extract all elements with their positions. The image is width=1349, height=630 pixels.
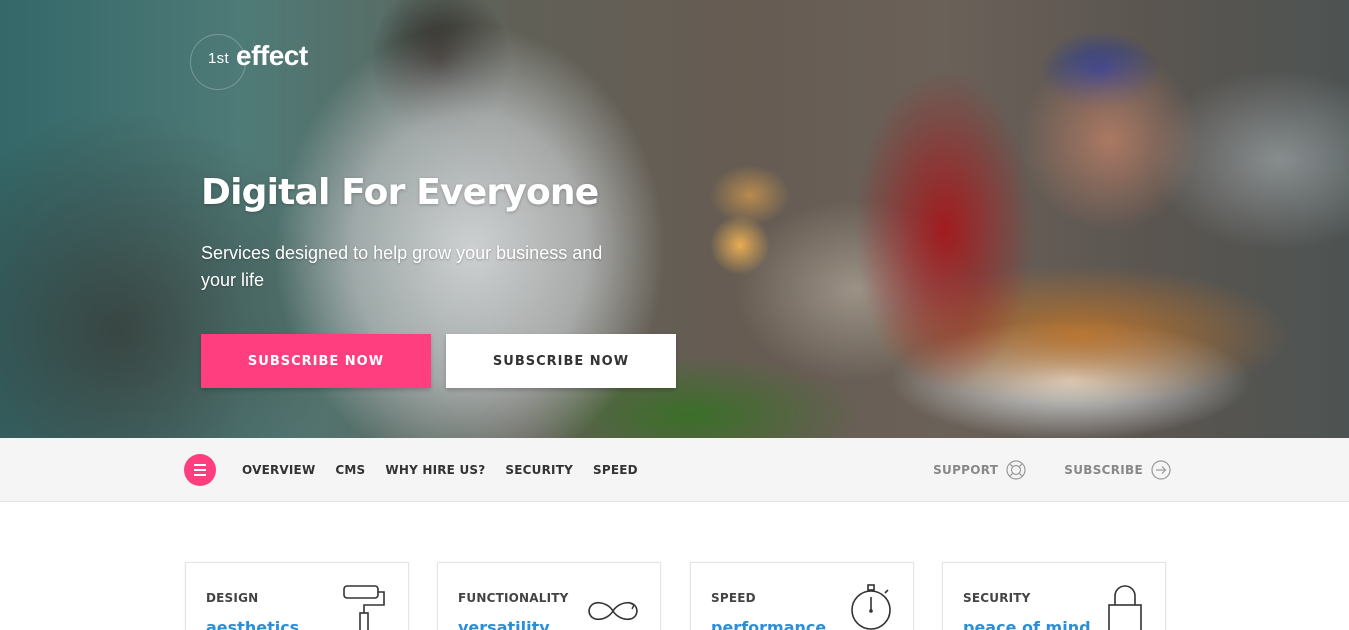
nav-link-security[interactable]: SECURITY xyxy=(505,463,573,477)
subscribe-label: SUBSCRIBE xyxy=(1064,463,1143,477)
infinity-icon xyxy=(588,601,638,621)
card-label: DESIGN xyxy=(206,591,259,605)
card-value-link[interactable]: aesthetics xyxy=(206,618,299,630)
section-nav-bar: OVERVIEW CMS WHY HIRE US? SECURITY SPEED… xyxy=(0,438,1349,502)
hero-subtitle: Services designed to help grow your busi… xyxy=(201,243,603,290)
nav-links: OVERVIEW CMS WHY HIRE US? SECURITY SPEED xyxy=(242,438,658,502)
subscribe-now-primary-button[interactable]: SUBSCRIBE NOW xyxy=(201,334,431,388)
nav-link-why-hire-us[interactable]: WHY HIRE US? xyxy=(385,463,485,477)
card-value-link[interactable]: peace of mind xyxy=(963,618,1091,630)
card-value-link[interactable]: versatility xyxy=(458,618,550,630)
logo-wordmark: effect xyxy=(236,40,308,71)
stopwatch-icon xyxy=(851,584,891,630)
hero-title: Digital For Everyone xyxy=(201,172,599,213)
feature-card-security[interactable]: SECURITY peace of mind xyxy=(942,562,1166,630)
feature-card-design[interactable]: DESIGN aesthetics xyxy=(185,562,409,630)
card-label: SECURITY xyxy=(963,591,1031,605)
support-label: SUPPORT xyxy=(933,463,999,477)
card-label: FUNCTIONALITY xyxy=(458,591,569,605)
nav-right-actions: SUPPORT SUBSCRIBE xyxy=(895,438,1171,502)
feature-card-functionality[interactable]: FUNCTIONALITY versatility xyxy=(437,562,661,630)
support-link[interactable]: SUPPORT xyxy=(933,460,1026,480)
logo-prefix: 1st xyxy=(208,50,229,67)
card-value-link[interactable]: performance xyxy=(711,618,826,630)
hamburger-icon[interactable] xyxy=(184,454,216,486)
lifebuoy-icon xyxy=(1006,460,1026,480)
subscribe-now-secondary-button[interactable]: SUBSCRIBE NOW xyxy=(446,334,676,388)
feature-cards: DESIGN aesthetics FUNCTIONALITY versatil… xyxy=(185,562,1167,630)
nav-link-cms[interactable]: CMS xyxy=(335,463,365,477)
feature-card-speed[interactable]: SPEED performance xyxy=(690,562,914,630)
arrow-right-circle-icon xyxy=(1151,460,1171,480)
subscribe-link[interactable]: SUBSCRIBE xyxy=(1064,460,1171,480)
brand-logo[interactable]: 1st effect xyxy=(190,34,330,90)
nav-link-speed[interactable]: SPEED xyxy=(593,463,638,477)
card-label: SPEED xyxy=(711,591,756,605)
paint-roller-icon xyxy=(343,585,385,630)
lock-icon xyxy=(1108,585,1142,630)
nav-link-overview[interactable]: OVERVIEW xyxy=(242,463,315,477)
hero-section: 1st effect Digital For Everyone Services… xyxy=(0,0,1349,438)
